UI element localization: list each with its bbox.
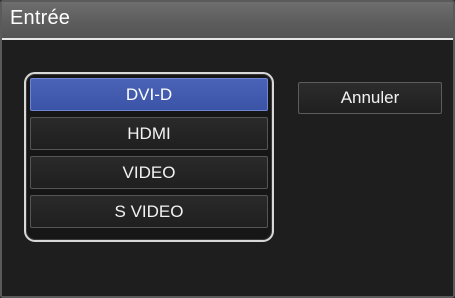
title-bar: Entrée xyxy=(2,2,453,40)
input-select-dialog: Entrée DVI-D HDMI VIDEO S VIDEO Annuler xyxy=(0,0,455,298)
dialog-body: DVI-D HDMI VIDEO S VIDEO Annuler xyxy=(2,40,453,296)
option-video[interactable]: VIDEO xyxy=(30,156,268,189)
option-s-video[interactable]: S VIDEO xyxy=(30,195,268,228)
option-dvi-d[interactable]: DVI-D xyxy=(30,78,268,111)
cancel-button[interactable]: Annuler xyxy=(298,82,442,114)
input-option-list: DVI-D HDMI VIDEO S VIDEO xyxy=(24,72,274,242)
dialog-title: Entrée xyxy=(10,7,71,29)
option-hdmi[interactable]: HDMI xyxy=(30,117,268,150)
